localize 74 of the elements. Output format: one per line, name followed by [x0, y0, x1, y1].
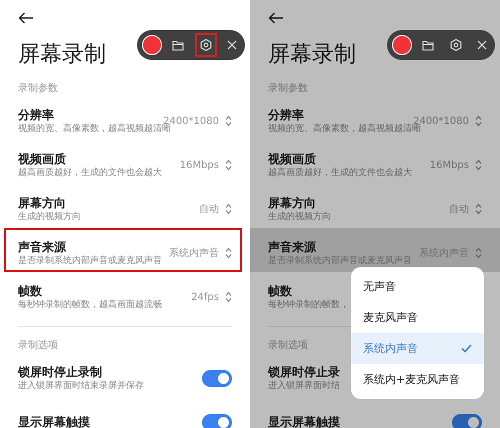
menu-option[interactable]: 无声音: [351, 271, 484, 302]
setting-title: 锁屏时停止录: [268, 364, 340, 380]
menu-option[interactable]: 系统内+麦克风声音: [351, 364, 484, 395]
folder-icon[interactable]: [172, 40, 184, 50]
setting-title: 帧数: [268, 282, 292, 298]
section-header: 录制参数: [18, 82, 58, 96]
setting-title: 分辨率: [18, 106, 54, 122]
check-icon: [461, 344, 472, 353]
setting-row[interactable]: 锁屏时停止录制 进入锁屏界面时结束录屏并保存: [0, 353, 250, 397]
updown-chevron-icon: [225, 203, 232, 215]
setting-description: 视频的宽、高像素数，越高视频越清晰: [268, 124, 421, 136]
section-header: 录制选项: [18, 339, 58, 353]
setting-description: 越高画质越好，生成的文件也会越大: [268, 166, 412, 180]
updown-chevron-icon: [225, 247, 232, 259]
setting-row[interactable]: 分辨率 视频的宽、高像素数，越高视频越清晰 2400*1080: [250, 96, 500, 140]
setting-title: 声音来源: [268, 238, 316, 254]
setting-description: 每秒钟录制的帧数，: [268, 298, 349, 312]
close-icon[interactable]: [226, 40, 237, 50]
setting-description: 每秒钟录制的帧数，越高画面越流畅: [18, 298, 162, 312]
setting-value: 16Mbps: [180, 160, 219, 170]
setting-row[interactable]: 视频画质 越高画质越好，生成的文件也会越大 16Mbps: [250, 140, 500, 184]
updown-chevron-icon: [225, 159, 232, 171]
setting-description: 越高画质越好，生成的文件也会越大: [18, 166, 162, 180]
setting-title: 帧数: [18, 282, 42, 298]
setting-title: 视频画质: [268, 150, 316, 166]
setting-description: 是否录制系统内部声音或麦克风声音: [268, 254, 412, 268]
setting-row[interactable]: 显示屏幕触摸: [0, 397, 250, 428]
close-icon[interactable]: [476, 40, 487, 50]
section-header: 录制选项: [268, 339, 308, 353]
setting-title: 屏幕方向: [18, 194, 66, 210]
setting-row[interactable]: 显示屏幕触摸: [250, 397, 500, 428]
setting-row[interactable]: 屏幕方向 生成的视频方向 自动: [0, 184, 250, 228]
setting-row[interactable]: 帧数 每秒钟录制的帧数，越高画面越流畅 24fps: [0, 272, 250, 316]
record-button[interactable]: [142, 35, 162, 55]
toggle-switch[interactable]: [202, 414, 232, 428]
updown-chevron-icon: [475, 159, 482, 171]
setting-description: 进入锁屏界面时结: [268, 380, 340, 392]
setting-description: 是否录制系统内部声音或麦克风声音: [18, 254, 162, 268]
back-arrow-icon[interactable]: [18, 12, 34, 24]
page-title: 屏幕录制: [268, 41, 356, 69]
section-header: 录制参数: [268, 82, 308, 96]
setting-title: 显示屏幕触摸: [18, 414, 90, 428]
folder-icon[interactable]: [422, 40, 434, 50]
updown-chevron-icon: [475, 203, 482, 215]
updown-chevron-icon: [475, 115, 482, 127]
toggle-switch[interactable]: [202, 370, 232, 386]
setting-row[interactable]: 分辨率 视频的宽、高像素数，越高视频越清晰 2400*1080: [0, 96, 250, 140]
page-title: 屏幕录制: [18, 41, 106, 69]
setting-value: 系统内声音: [169, 246, 219, 260]
setting-title: 视频画质: [18, 150, 66, 166]
setting-description: 生成的视频方向: [268, 210, 331, 224]
setting-value: 24fps: [191, 292, 219, 302]
setting-value: 自动: [449, 203, 469, 216]
setting-row[interactable]: 视频画质 越高画质越好，生成的文件也会越大 16Mbps: [0, 140, 250, 184]
record-button[interactable]: [392, 35, 412, 55]
setting-row[interactable]: 屏幕方向 生成的视频方向 自动: [250, 184, 500, 228]
updown-chevron-icon: [225, 291, 232, 303]
back-arrow-icon[interactable]: [268, 12, 284, 24]
setting-value: 16Mbps: [430, 160, 469, 170]
setting-value: 自动: [199, 203, 219, 216]
settings-icon[interactable]: [194, 33, 217, 57]
setting-title: 显示屏幕触摸: [268, 414, 340, 428]
setting-title: 锁屏时停止录制: [18, 364, 102, 380]
updown-chevron-icon: [475, 247, 482, 259]
setting-description: 生成的视频方向: [18, 210, 81, 224]
setting-title: 分辨率: [268, 106, 304, 122]
menu-option[interactable]: 麦克风声音: [351, 302, 484, 333]
toggle-switch[interactable]: [452, 414, 482, 428]
setting-description: 进入锁屏界面时结束录屏并保存: [18, 380, 144, 392]
setting-title: 声音来源: [18, 238, 66, 254]
updown-chevron-icon: [225, 115, 232, 127]
menu-option[interactable]: 系统内声音: [351, 333, 484, 364]
setting-description: 视频的宽、高像素数，越高视频越清晰: [18, 124, 171, 136]
setting-title: 屏幕方向: [268, 194, 316, 210]
